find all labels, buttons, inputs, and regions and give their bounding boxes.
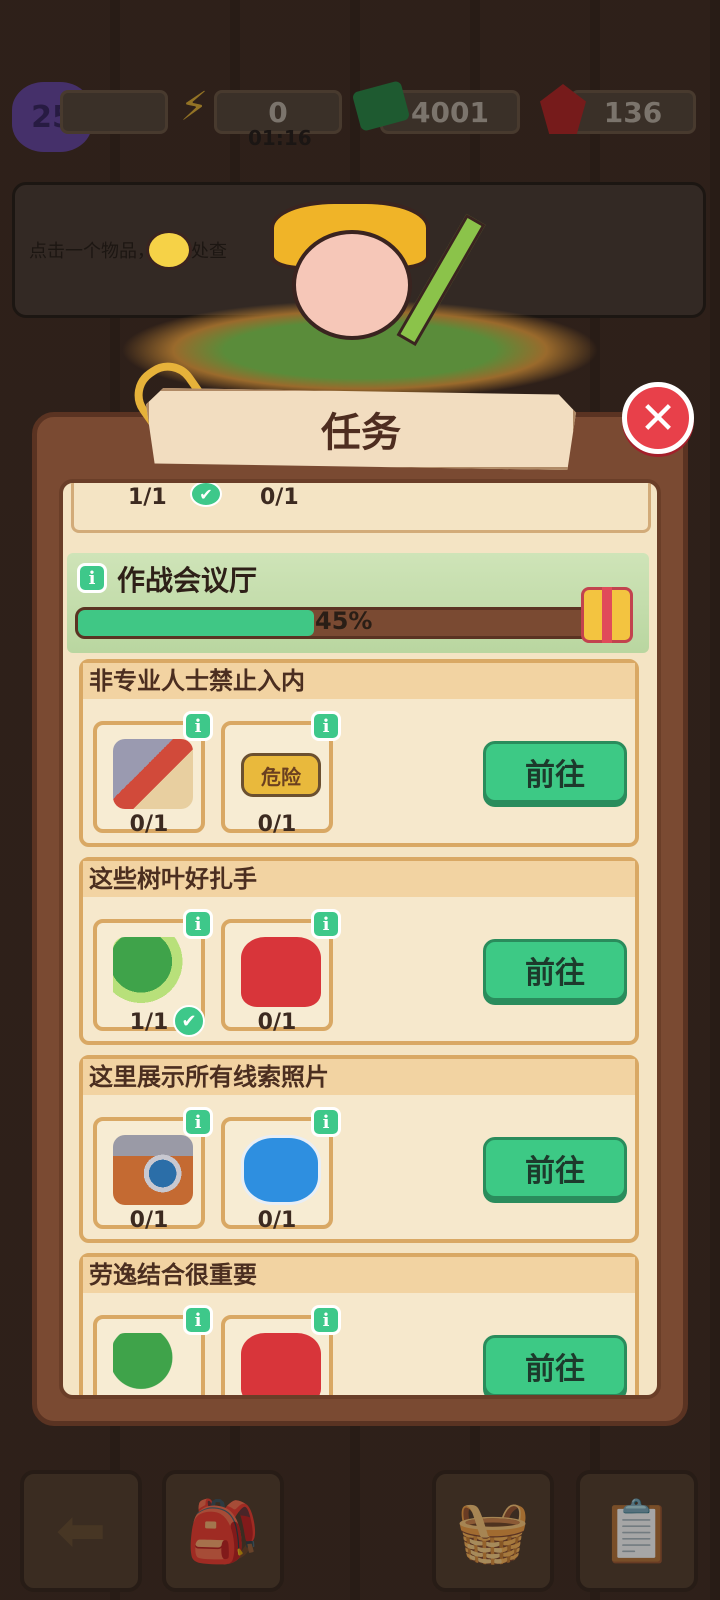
info-icon[interactable]: i [183,1305,213,1335]
previous-task-row: 1/1 ✔ 0/1 [71,483,651,533]
task-list[interactable]: 1/1 ✔ 0/1 i 作战会议厅 45% 非专业人士禁止入内 i 0/1 危险… [59,479,661,1399]
go-button[interactable]: 前往 [483,939,627,1001]
task-card: 这里展示所有线索照片 i 0/1 i 0/1 前往 [79,1055,639,1243]
face-mask-icon [241,1135,321,1205]
room-header: i 作战会议厅 45% [67,553,649,653]
camera-icon [113,1135,193,1205]
gift-icon[interactable] [581,587,633,643]
item-count: 0/1 [129,1208,169,1233]
info-icon[interactable]: i [311,1107,341,1137]
go-button[interactable]: 前往 [483,741,627,803]
task-item[interactable]: i 1/1 ✔ [93,909,213,1037]
task-dialog: 1/1 ✔ 0/1 i 作战会议厅 45% 非专业人士禁止入内 i 0/1 危险… [32,412,688,1426]
dialog-title: 任务 [146,388,576,470]
hero-illustration [120,190,600,400]
danger-sign-text: 危险 [261,764,301,789]
item-count: 0/1 [129,812,169,837]
task-item[interactable]: i [221,1305,341,1395]
task-title: 劳逸结合很重要 [83,1257,635,1293]
dialog-title-text: 任务 [321,410,401,456]
task-title: 这里展示所有线索照片 [83,1059,635,1095]
go-button[interactable]: 前往 [483,1137,627,1199]
bird-icon [146,230,192,270]
close-icon: ✕ [639,392,677,444]
close-button[interactable]: ✕ [622,382,694,454]
check-icon: ✔ [173,1005,205,1037]
hammer-icon [113,739,193,809]
info-icon[interactable]: i [183,711,213,741]
character-face [292,230,412,340]
info-icon[interactable]: i [311,711,341,741]
task-title: 这些树叶好扎手 [83,861,635,897]
progress-label: 45% [315,607,373,635]
leaf-broom-icon [113,937,193,1007]
leaf-broom-icon [113,1333,193,1395]
task-card: 劳逸结合很重要 i i 前往 [79,1253,639,1395]
danger-barrier-icon: 危险 [241,753,321,797]
task-item[interactable]: i 0/1 [221,909,341,1035]
task-item[interactable]: i 0/1 [93,1107,213,1233]
item-count: 1/1 [128,485,167,510]
progress-fill [78,610,314,636]
item-count: 0/1 [257,1010,297,1035]
gloves-icon [241,1333,321,1395]
info-icon[interactable]: i [183,909,213,939]
item-count: 0/1 [260,485,299,510]
task-item[interactable]: 危险 i 0/1 [221,711,341,837]
info-icon[interactable]: i [311,909,341,939]
task-item[interactable]: i 0/1 [93,711,213,837]
gloves-icon [241,937,321,1007]
task-item[interactable]: i 0/1 [221,1107,341,1233]
info-icon[interactable]: i [77,563,107,593]
go-button[interactable]: 前往 [483,1335,627,1395]
info-icon[interactable]: i [311,1305,341,1335]
task-card: 非专业人士禁止入内 i 0/1 危险 i 0/1 前往 [79,659,639,847]
task-title: 非专业人士禁止入内 [83,663,635,699]
task-card: 这些树叶好扎手 i 1/1 ✔ i 0/1 前往 [79,857,639,1045]
item-count: 0/1 [257,812,297,837]
check-icon: ✔ [190,483,222,507]
item-count: 0/1 [257,1208,297,1233]
task-item[interactable]: i [93,1305,213,1395]
info-icon[interactable]: i [183,1107,213,1137]
room-title: 作战会议厅 [117,564,258,597]
